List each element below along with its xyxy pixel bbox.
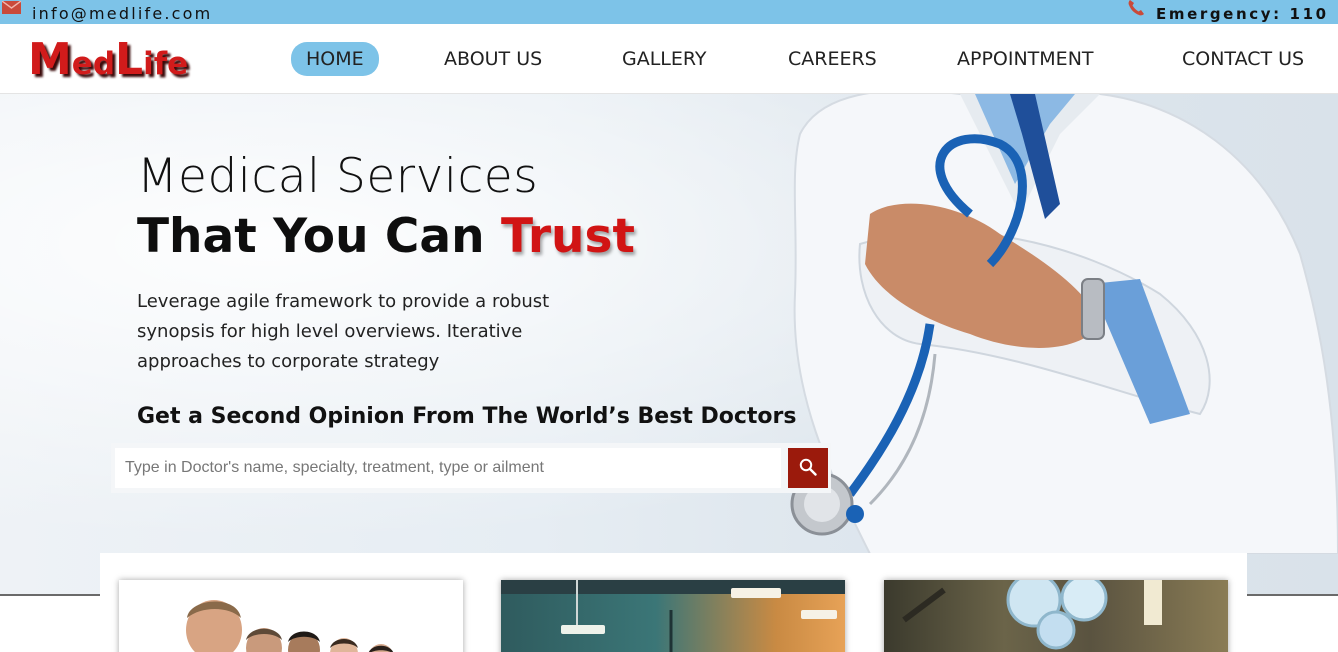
nav-careers[interactable]: CAREERS [788,42,877,76]
doctor-team-photo [119,580,463,652]
contact-email[interactable]: info@medlife.com [32,4,212,23]
nav-contact-us[interactable]: CONTACT US [1182,42,1304,76]
nav-appointment[interactable]: APPOINTMENT [957,42,1094,76]
operating-lights-photo [902,580,1162,650]
emergency-phone[interactable]: Emergency: 110 [1156,5,1329,23]
team-photo-card[interactable] [119,580,463,652]
nav-about-us[interactable]: ABOUT US [444,42,542,76]
hero-title-line1: Medical Services [137,149,539,204]
hero-banner: Medical Services That You Can Trust Leve… [0,94,1338,596]
mail-icon [2,1,21,14]
hospital-corridor-photo [501,580,845,652]
site-header: MedLife HOME ABOUT US GALLERY CAREERS AP… [0,24,1338,94]
operating-room-card[interactable] [884,580,1228,652]
nav-home[interactable]: HOME [291,42,379,76]
hero-title-highlight: Trust [500,209,635,264]
phone-icon [1128,0,1144,16]
hero-title-line2: That You Can Trust [137,209,635,264]
search-icon [799,458,817,476]
top-contact-bar: info@medlife.com Emergency: 110 [0,0,1338,24]
search-button[interactable] [788,448,828,488]
doctor-search-input[interactable] [115,448,781,488]
doctor-search-bar [111,443,831,493]
hero-description: Leverage agile framework to provide a ro… [137,291,550,372]
medlife-logo[interactable]: MedLife [28,38,188,82]
services-cards-panel [100,553,1247,652]
hospital-corridor-card[interactable] [501,580,845,652]
second-opinion-heading: Get a Second Opinion From The World’s Be… [137,404,797,429]
doctor-illustration [790,94,1338,554]
nav-gallery[interactable]: GALLERY [622,42,707,76]
